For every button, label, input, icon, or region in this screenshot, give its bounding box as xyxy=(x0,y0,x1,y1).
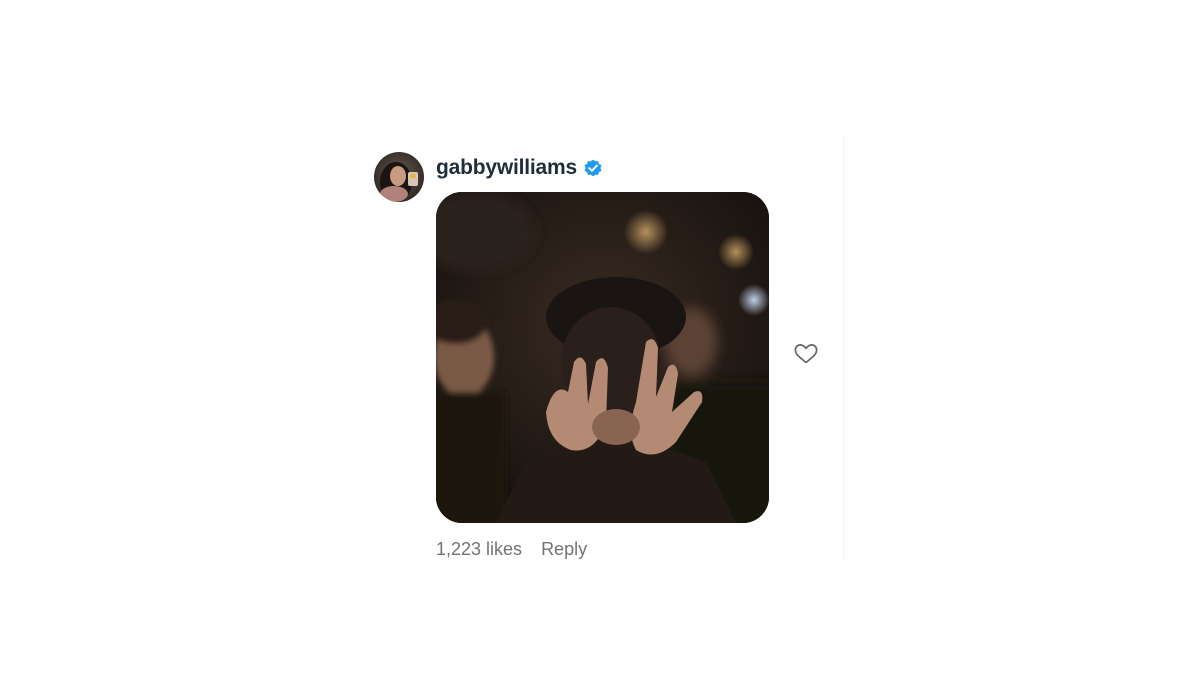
comment-item: gabbywilliams 1,223 likes Reply xyxy=(374,150,834,570)
username-link[interactable]: gabbywilliams xyxy=(436,156,577,180)
panel-divider xyxy=(843,135,844,560)
avatar[interactable] xyxy=(374,152,424,202)
avatar-image xyxy=(374,152,424,202)
comment-gif-media[interactable] xyxy=(436,192,769,523)
comment-page: gabbywilliams 1,223 likes Reply xyxy=(0,0,1200,700)
comment-actions: 1,223 likes Reply xyxy=(436,539,587,560)
verified-badge-icon xyxy=(583,158,603,178)
heart-outline-icon[interactable] xyxy=(793,340,819,366)
username-row: gabbywilliams xyxy=(436,154,603,182)
gif-image xyxy=(436,192,769,523)
reply-button[interactable]: Reply xyxy=(541,539,587,560)
likes-count[interactable]: 1,223 likes xyxy=(436,539,522,560)
